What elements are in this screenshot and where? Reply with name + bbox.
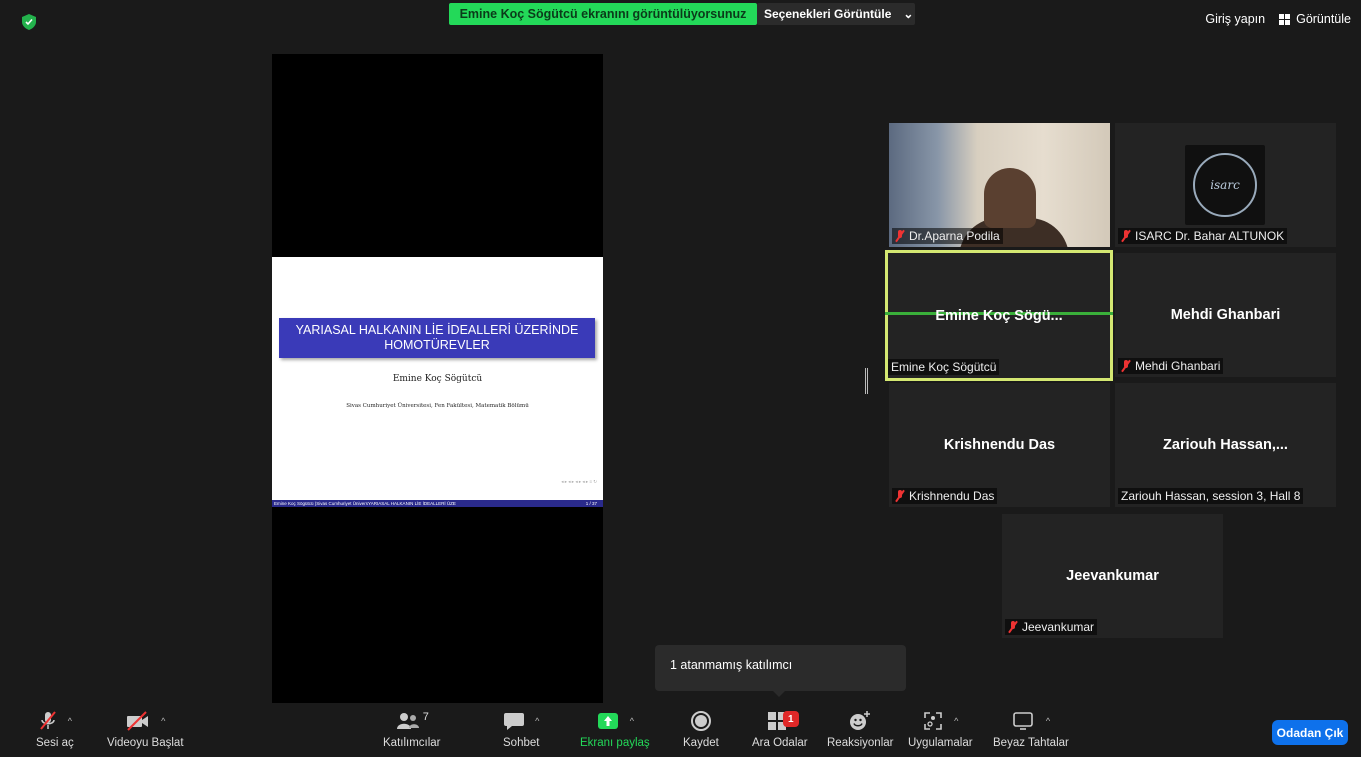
participant-name-label: Jeevankumar (1005, 619, 1098, 635)
participant-display-name: Jeevankumar (1066, 568, 1159, 584)
slide-author: Emine Koç Sögütcü (392, 374, 483, 384)
record-button[interactable]: Kaydet (683, 709, 719, 749)
video-options-caret[interactable]: ^ (161, 716, 165, 726)
slide-page-number: 1 / 37 (585, 501, 597, 506)
top-right-controls: Giriş yapın Görüntüle (1205, 12, 1351, 26)
shared-screen: YARIASAL HALKANIN LİE İDEALLERİ ÜZERİNDE… (272, 54, 603, 707)
participant-display-name: Mehdi Ghanbari (1170, 307, 1281, 323)
chat-label: Sohbet (503, 737, 540, 749)
participant-display-name: Krishnendu Das (943, 437, 1056, 453)
whiteboard-options-caret[interactable]: ^ (1046, 716, 1050, 726)
microphone-muted-icon (39, 711, 56, 730)
chat-options-caret[interactable]: ^ (535, 716, 539, 726)
whiteboards-label: Beyaz Tahtalar (993, 737, 1069, 749)
start-video-button[interactable]: ^ Videoyu Başlat (107, 709, 184, 749)
slide-footer-mid: YARIASAL HALKANIN LİE İDEALLERİ ÜZE (368, 501, 456, 506)
participant-display-name: Zariouh Hassan,... (1163, 437, 1288, 453)
muted-mic-icon (895, 490, 905, 502)
participant-tile-krishnendu[interactable]: Krishnendu Das Krishnendu Das (889, 383, 1110, 507)
share-screen-button[interactable]: ^ Ekranı paylaş (580, 709, 650, 749)
unmute-label: Sesi aç (36, 737, 74, 749)
view-options-label: Seçenekleri Görüntüle (764, 7, 892, 21)
participant-name: Zariouh Hassan, session 3, Hall 8 (1121, 489, 1301, 503)
participant-name-label: Dr.Aparna Podila (892, 228, 1003, 244)
slide-footer: Emine Koç Sögütcü (Sivas Cumhuriyet Üniv… (272, 500, 603, 507)
participant-tile-emine[interactable]: Emine Koç Sögü... Emine Koç Sögütcü (885, 250, 1113, 381)
apps-icon (924, 712, 942, 730)
record-label: Kaydet (683, 737, 719, 749)
participant-name: Krishnendu Das (909, 489, 995, 503)
view-label: Görüntüle (1296, 12, 1351, 26)
video-person-head (984, 168, 1036, 228)
participant-name-label: Emine Koç Sögütcü (888, 359, 1000, 375)
breakout-rooms-label: Ara Odalar (752, 737, 808, 749)
participant-name: Mehdi Ghanbari (1135, 359, 1221, 373)
participant-name: Emine Koç Sögütcü (891, 360, 997, 374)
leave-room-button[interactable]: Odadan Çık (1272, 720, 1348, 745)
chevron-down-icon: ⌄ (903, 7, 914, 21)
start-video-label: Videoyu Başlat (107, 737, 184, 749)
unmute-options-caret[interactable]: ^ (68, 716, 72, 726)
video-camera-off-icon (127, 711, 149, 731)
reactions-button[interactable]: Reaksiyonlar (827, 709, 893, 749)
grid-view-icon (1279, 13, 1291, 25)
unassigned-participants-tooltip: 1 atanmamış katılımcı (655, 645, 906, 697)
whiteboard-icon (1013, 712, 1033, 730)
slide-nav-icons: ◂ ▸ ◂ ▸ ◂ ▸ ◂ ▸ ≡ ↻ (561, 479, 597, 484)
share-screen-label: Ekranı paylaş (580, 737, 650, 749)
meeting-toolbar: ^ Sesi aç ^ Videoyu Başlat 7 Katılımcıla… (0, 703, 1361, 757)
isarc-logo: isarc (1185, 145, 1265, 225)
chat-button[interactable]: ^ Sohbet (503, 709, 539, 749)
apps-options-caret[interactable]: ^ (954, 716, 958, 726)
panel-splitter-handle[interactable] (865, 368, 868, 394)
login-link[interactable]: Giriş yapın (1205, 12, 1265, 26)
breakout-rooms-button[interactable]: 1 Ara Odalar (752, 709, 808, 749)
participant-tile-mehdi[interactable]: Mehdi Ghanbari Mehdi Ghanbari (1115, 253, 1336, 377)
participants-button[interactable]: 7 Katılımcılar (383, 709, 441, 749)
participants-icon (396, 713, 419, 729)
breakout-badge: 1 (782, 711, 799, 727)
participants-label: Katılımcılar (383, 737, 441, 749)
view-button[interactable]: Görüntüle (1279, 12, 1351, 26)
presentation-slide: YARIASAL HALKANIN LİE İDEALLERİ ÜZERİNDE… (272, 257, 603, 507)
participant-tile-jeevankumar[interactable]: Jeevankumar Jeevankumar (1002, 514, 1223, 638)
security-shield-icon[interactable] (22, 14, 36, 30)
unmute-button[interactable]: ^ Sesi aç (36, 709, 74, 749)
whiteboards-button[interactable]: ^ Beyaz Tahtalar (993, 709, 1069, 749)
participant-name-label: Zariouh Hassan, session 3, Hall 8 (1118, 488, 1304, 504)
participant-tile-isarc[interactable]: isarc ISARC Dr. Bahar ALTUNOK (1115, 123, 1336, 247)
participant-name: Dr.Aparna Podila (909, 229, 1000, 243)
share-options-caret[interactable]: ^ (630, 716, 634, 726)
apps-label: Uygulamalar (908, 737, 973, 749)
participant-name-label: Krishnendu Das (892, 488, 998, 504)
participant-name-label: ISARC Dr. Bahar ALTUNOK (1118, 228, 1288, 244)
isarc-logo-circle: isarc (1193, 153, 1257, 217)
muted-mic-icon (895, 230, 905, 242)
apps-button[interactable]: ^ Uygulamalar (908, 709, 973, 749)
muted-mic-icon (1121, 360, 1131, 372)
participant-name: ISARC Dr. Bahar ALTUNOK (1135, 229, 1285, 243)
record-icon (690, 711, 711, 731)
muted-mic-icon (1008, 621, 1018, 633)
view-options-button[interactable]: Seçenekleri Görüntüle ⌄ (757, 3, 915, 25)
participant-tile-zariouh[interactable]: Zariouh Hassan,... Zariouh Hassan, sessi… (1115, 383, 1336, 507)
share-screen-arrow-icon (597, 713, 618, 729)
participant-display-name: Emine Koç Sögü... (935, 307, 1063, 324)
participant-tile-aparna[interactable]: Dr.Aparna Podila (889, 123, 1110, 247)
reactions-label: Reaksiyonlar (827, 737, 894, 749)
slide-institution: Sivas Cumhuriyet Üniversitesi, Fen Fakül… (346, 403, 529, 409)
slide-title: YARIASAL HALKANIN LİE İDEALLERİ ÜZERİNDE… (279, 318, 595, 358)
reactions-smiley-icon (850, 711, 871, 730)
participant-name: Jeevankumar (1022, 620, 1095, 634)
muted-mic-icon (1121, 230, 1131, 242)
slide-footer-left: Emine Koç Sögütcü (Sivas Cumhuriyet Üniv… (274, 501, 369, 506)
participant-name-label: Mehdi Ghanbari (1118, 358, 1224, 374)
chat-bubble-icon (504, 713, 525, 730)
participants-count: 7 (422, 711, 429, 723)
screen-share-banner: Emine Koç Sögütcü ekranını görüntülüyors… (449, 3, 757, 25)
